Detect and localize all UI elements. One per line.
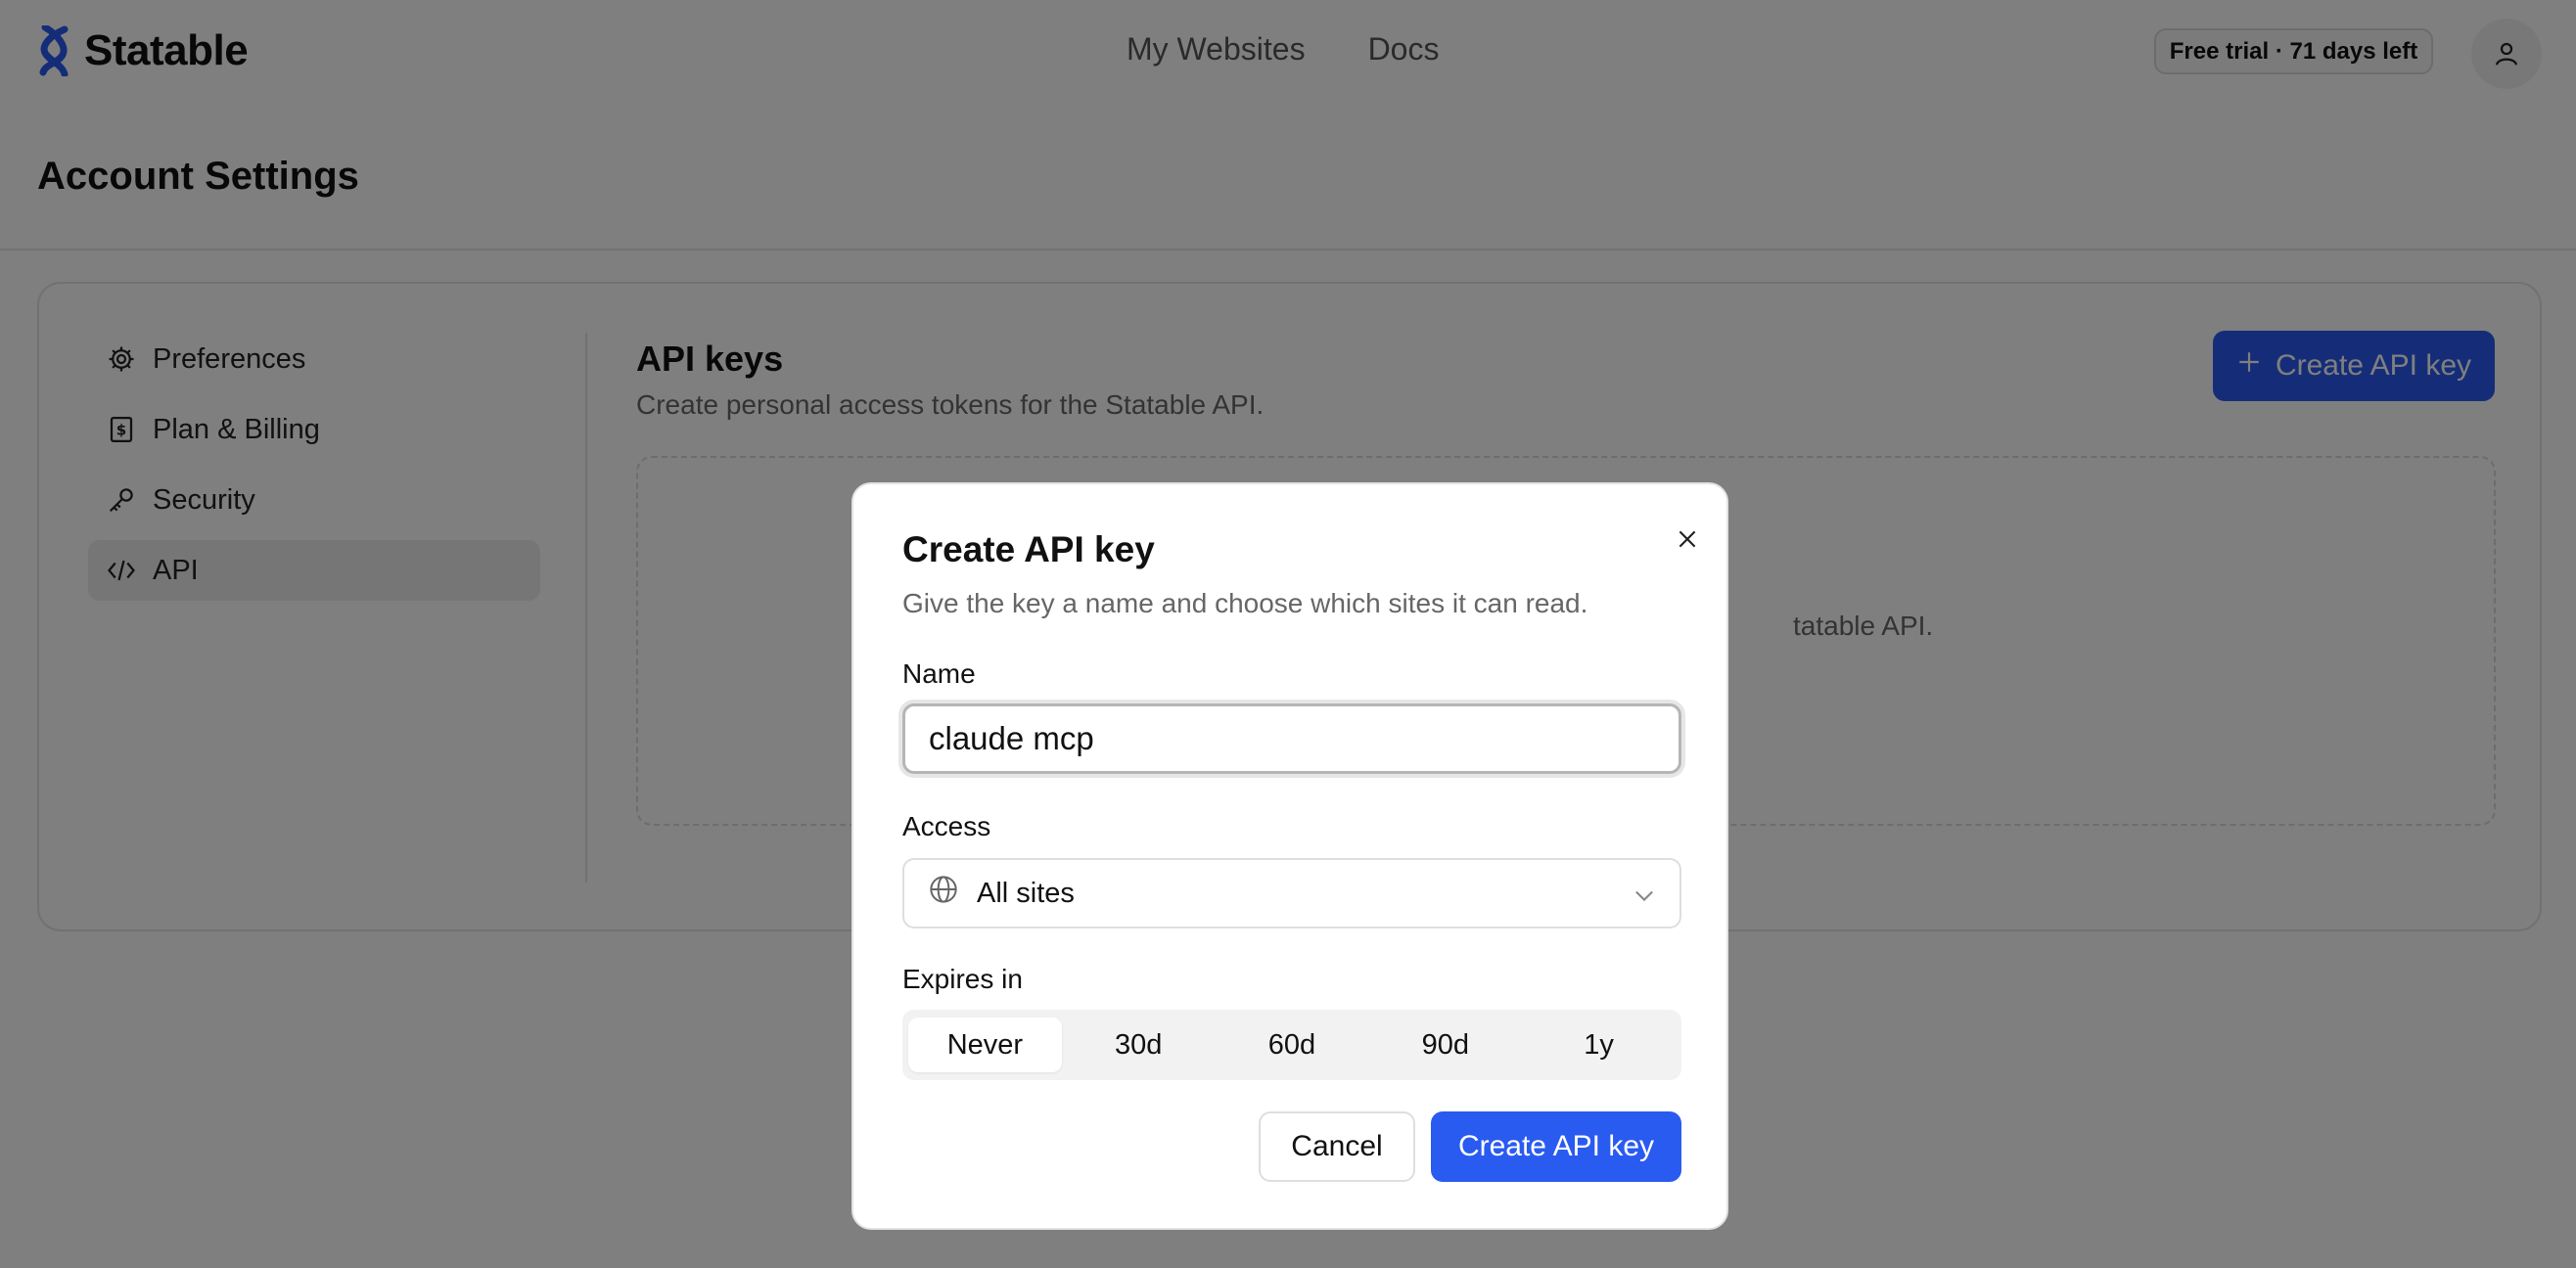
close-button[interactable] <box>1666 518 1709 561</box>
chevron-down-icon <box>1635 890 1653 902</box>
expires-option-1y[interactable]: 1y <box>1522 1018 1676 1072</box>
create-api-key-dialog: Create API key Give the key a name and c… <box>851 482 1728 1230</box>
name-label: Name <box>902 658 976 689</box>
access-label: Access <box>902 811 991 841</box>
dialog-title: Create API key <box>902 529 1155 569</box>
access-value: All sites <box>977 877 1075 909</box>
name-input[interactable] <box>902 703 1681 774</box>
expires-option-never[interactable]: Never <box>908 1018 1062 1072</box>
dialog-description: Give the key a name and choose which sit… <box>902 588 1588 618</box>
expires-label: Expires in <box>902 964 1023 994</box>
create-api-key-submit-button[interactable]: Create API key <box>1431 1111 1681 1182</box>
expires-option-30d[interactable]: 30d <box>1062 1018 1216 1072</box>
access-select[interactable]: All sites <box>902 858 1681 928</box>
cancel-button[interactable]: Cancel <box>1259 1111 1415 1182</box>
expires-segmented-control: Never 30d 60d 90d 1y <box>902 1010 1681 1080</box>
expires-option-90d[interactable]: 90d <box>1368 1018 1522 1072</box>
close-icon <box>1679 530 1696 548</box>
expires-option-60d[interactable]: 60d <box>1216 1018 1369 1072</box>
globe-icon <box>928 874 959 913</box>
